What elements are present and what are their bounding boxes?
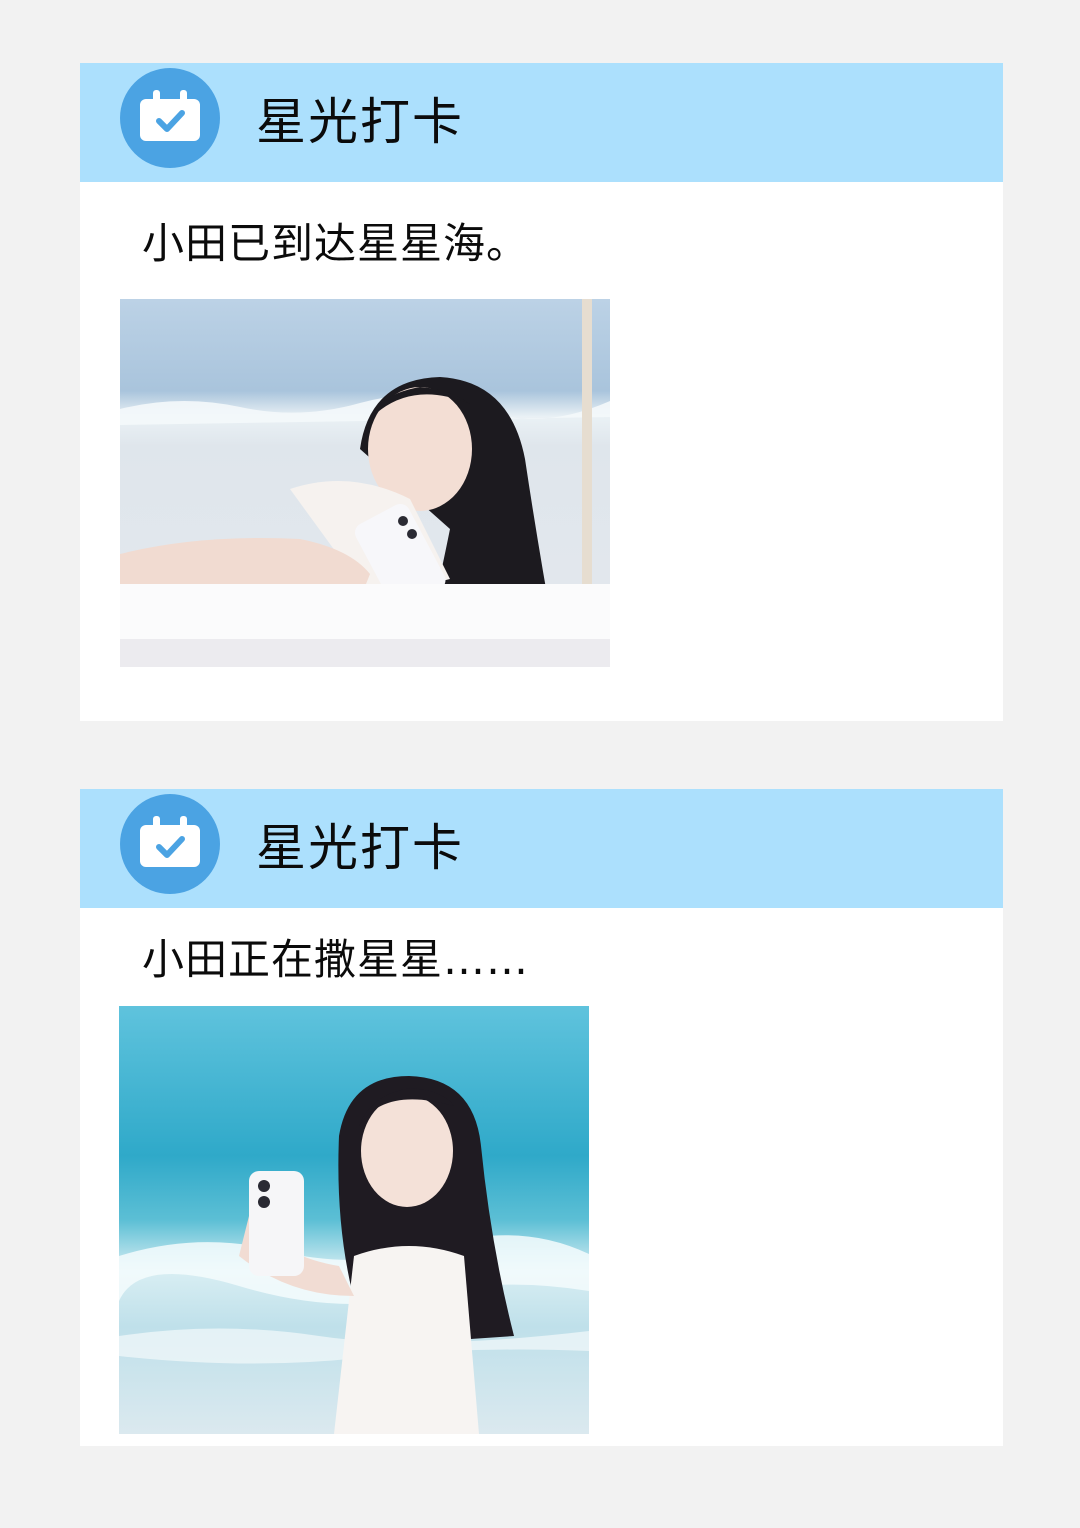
post-photo[interactable]	[119, 1006, 589, 1434]
checkin-card: 星光打卡 小田已到达星星海。	[80, 63, 1003, 721]
card-header: 星光打卡	[80, 63, 1003, 182]
post-text: 小田正在撒星星……	[142, 935, 530, 984]
card-header-title: 星光打卡	[256, 93, 464, 151]
post-photo[interactable]	[120, 299, 610, 667]
calendar-check-icon	[120, 794, 220, 894]
card-header: 星光打卡	[80, 789, 1003, 908]
card-header-title: 星光打卡	[256, 819, 464, 877]
post-text: 小田已到达星星海。	[142, 219, 530, 268]
checkin-card: 星光打卡 小田正在撒星星……	[80, 789, 1003, 1446]
calendar-check-icon	[120, 68, 220, 168]
